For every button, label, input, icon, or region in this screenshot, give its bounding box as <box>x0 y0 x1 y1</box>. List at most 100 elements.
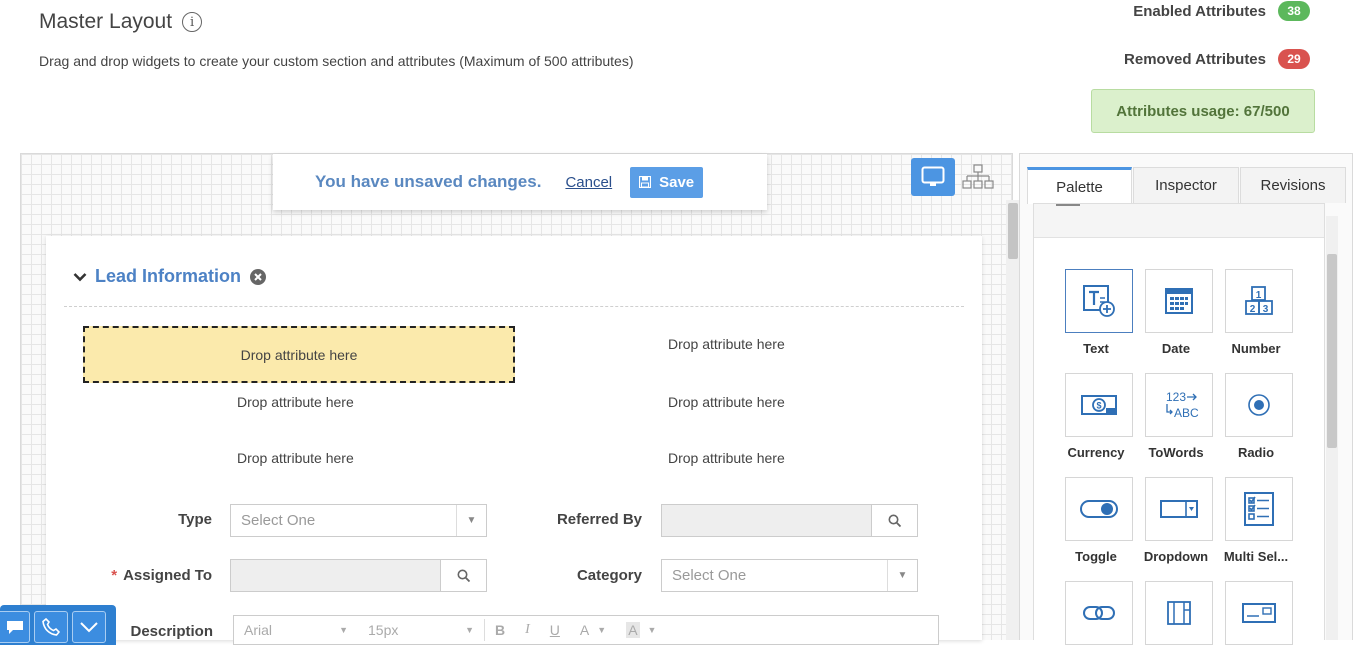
required-marker: * <box>111 567 118 584</box>
font-color-button[interactable]: A ▼ <box>570 622 616 638</box>
referred-by-lookup[interactable] <box>661 504 918 537</box>
svg-text:$: $ <box>1096 401 1101 411</box>
widget-label-towords: ToWords <box>1148 445 1204 460</box>
currency-icon: $ <box>1081 395 1117 415</box>
underline-button[interactable]: U <box>540 622 570 638</box>
canvas-scrollbar[interactable] <box>1006 200 1020 640</box>
desktop-view-button[interactable] <box>911 158 955 196</box>
radio-icon <box>1248 394 1270 416</box>
assigned-to-search-button[interactable] <box>440 560 486 591</box>
widget-dropdown[interactable] <box>1145 477 1213 541</box>
phone-icon <box>42 618 60 636</box>
font-size-select[interactable]: 15px ▼ <box>358 622 484 638</box>
sitemap-icon <box>962 164 994 189</box>
caret-down-icon: ▼ <box>465 625 474 635</box>
referred-by-search-button[interactable] <box>871 505 917 536</box>
widget-towords[interactable]: 123 ABC <box>1145 373 1213 437</box>
palette-category-bar <box>1034 204 1324 238</box>
number-icon: 12 3 <box>1245 286 1273 315</box>
section-header[interactable]: Lead Information <box>73 266 267 287</box>
category-select[interactable]: Select One ▼ <box>661 559 918 592</box>
caret-down-icon: ▼ <box>887 560 917 591</box>
number-icon-glyph-3: 3 <box>1263 304 1269 315</box>
bold-button[interactable]: B <box>485 622 515 638</box>
chevron-down-icon[interactable] <box>73 272 87 282</box>
category-label: Category <box>576 567 642 584</box>
widget-radio[interactable] <box>1225 373 1293 437</box>
collapse-button[interactable] <box>72 611 106 643</box>
tab-inspector[interactable]: Inspector <box>1133 167 1239 203</box>
tab-palette[interactable]: Palette <box>1027 167 1132 204</box>
widget-label-multi-select: Multi Sel... <box>1223 549 1289 564</box>
tab-revisions[interactable]: Revisions <box>1240 167 1346 203</box>
widget-date[interactable] <box>1145 269 1213 333</box>
unsaved-changes-message: You have unsaved changes. <box>315 172 542 191</box>
type-select-value: Select One <box>241 512 316 529</box>
link-icon <box>1083 606 1115 620</box>
save-button[interactable]: Save <box>630 166 704 198</box>
input-box-icon <box>1242 603 1276 623</box>
caret-down-icon: ▼ <box>647 625 657 635</box>
widget-text[interactable] <box>1065 269 1133 333</box>
info-icon[interactable]: i <box>182 12 203 32</box>
widget-label-radio: Radio <box>1237 445 1275 460</box>
type-label: Type <box>178 511 212 528</box>
removed-attributes-label: Removed Attributes <box>1124 50 1266 68</box>
italic-button[interactable]: I <box>515 622 540 638</box>
drop-zone[interactable]: Drop attribute here <box>668 336 785 352</box>
page-title-text: Master Layout <box>39 10 173 33</box>
type-select[interactable]: Select One ▼ <box>230 504 487 537</box>
drop-zone[interactable]: Drop attribute here <box>668 450 785 466</box>
number-icon-glyph-1: 1 <box>1256 290 1262 301</box>
collapse-bar-icon[interactable] <box>1056 204 1080 206</box>
page-description: Drag and drop widgets to create your cus… <box>39 53 634 69</box>
multi-select-icon <box>1244 492 1274 526</box>
towords-glyph-top: 123 <box>1166 390 1186 404</box>
search-icon <box>888 514 901 527</box>
drop-zone[interactable]: Drop attribute here <box>237 394 354 410</box>
removed-attributes-stat: Removed Attributes 29 <box>1124 49 1310 69</box>
page-title: Master Layout i <box>39 10 203 34</box>
widget-layout[interactable] <box>1145 581 1213 645</box>
removed-attributes-badge: 29 <box>1278 49 1310 69</box>
drop-zone-label: Drop attribute here <box>240 346 358 363</box>
widget-currency[interactable]: $ <box>1065 373 1133 437</box>
widget-label-date: Date <box>1161 341 1191 356</box>
widget-label-text: Text <box>1083 341 1109 356</box>
palette-scrollbar-thumb[interactable] <box>1327 254 1337 448</box>
toggle-icon <box>1080 500 1118 518</box>
cancel-link[interactable]: Cancel <box>565 174 612 191</box>
widget-label-dropdown: Dropdown <box>1143 549 1209 564</box>
dropdown-icon <box>1160 500 1198 518</box>
remove-section-icon[interactable] <box>249 268 267 286</box>
widget-input-box[interactable] <box>1225 581 1293 645</box>
phone-button[interactable] <box>34 611 68 643</box>
caret-down-icon: ▼ <box>456 505 486 536</box>
section-title: Lead Information <box>95 266 242 286</box>
tree-view-button[interactable] <box>958 158 998 196</box>
calendar-icon <box>1165 288 1193 314</box>
font-color-icon: A <box>579 622 590 638</box>
text-add-icon <box>1083 285 1115 317</box>
referred-by-label: Referred By <box>556 511 642 528</box>
canvas-scrollbar-thumb[interactable] <box>1008 203 1018 259</box>
enabled-attributes-badge: 38 <box>1278 1 1310 21</box>
caret-down-icon: ▼ <box>597 625 607 635</box>
chat-button[interactable] <box>0 611 30 643</box>
assigned-to-lookup[interactable] <box>230 559 487 592</box>
widget-toggle[interactable] <box>1065 477 1133 541</box>
search-icon <box>457 569 470 582</box>
chat-bar <box>0 605 116 645</box>
drop-zone[interactable]: Drop attribute here <box>668 394 785 410</box>
background-color-button[interactable]: A ▼ <box>616 622 666 638</box>
widget-multi-select[interactable] <box>1225 477 1293 541</box>
font-family-select[interactable]: Arial ▼ <box>234 622 358 638</box>
assigned-to-label: * Assigned To <box>90 567 212 584</box>
chevron-down-icon <box>80 622 98 633</box>
widget-label-toggle: Toggle <box>1075 549 1117 564</box>
drop-zone-active[interactable]: Drop attribute here <box>83 326 515 383</box>
widget-number[interactable]: 123 <box>1225 269 1293 333</box>
drop-zone[interactable]: Drop attribute here <box>237 450 354 466</box>
assigned-to-label-text: Assigned To <box>123 567 212 584</box>
widget-link[interactable] <box>1065 581 1133 645</box>
